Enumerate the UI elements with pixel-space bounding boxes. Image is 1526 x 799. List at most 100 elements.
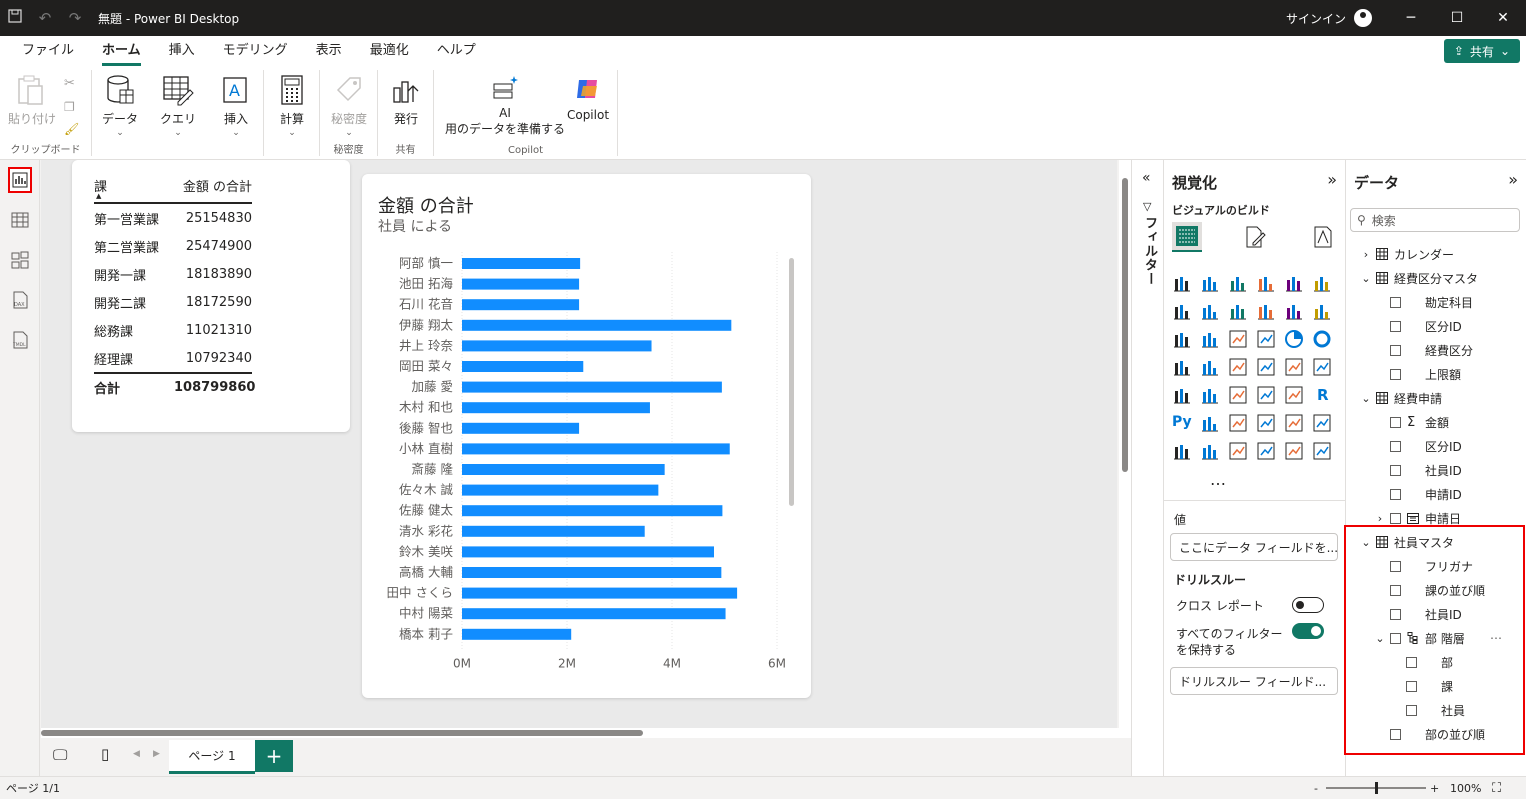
maximize-button[interactable]: ☐	[1434, 10, 1480, 26]
bar[interactable]	[462, 402, 650, 414]
zoom-in-button[interactable]: +	[1430, 782, 1439, 795]
field-checkbox[interactable]	[1390, 416, 1401, 428]
paste-button[interactable]: 貼り付け	[8, 74, 56, 127]
signin-link[interactable]: サインイン	[1286, 10, 1346, 27]
canvas-horizontal-scrollbar[interactable]	[41, 728, 1131, 738]
pie-visual-icon[interactable]	[1284, 329, 1306, 351]
bar[interactable]	[462, 381, 722, 393]
scroll-thumb[interactable]	[41, 730, 643, 736]
tree-field-item[interactable]: 勘定科目	[1390, 290, 1473, 314]
mobile-layout-icon[interactable]: ▯	[101, 745, 109, 763]
bar[interactable]	[462, 319, 732, 331]
close-button[interactable]: ✕	[1480, 10, 1526, 26]
python-visual-icon[interactable]: Py	[1172, 413, 1194, 435]
collapse-right-icon[interactable]: »	[1508, 170, 1518, 189]
tree-field-item[interactable]: Σ 金額	[1390, 410, 1449, 434]
add-page-button[interactable]: +	[255, 740, 293, 772]
bar-chart-visual[interactable]: 金額 の合計 社員 による 0M 2M 4M 6M 阿部 慎一 池田 拓海 石川 花音 伊藤 …	[362, 174, 811, 698]
metrics-visual-icon[interactable]	[1228, 441, 1250, 463]
donut-visual-icon[interactable]	[1312, 329, 1334, 351]
publish-button[interactable]: 発行	[386, 74, 426, 127]
analytics-tab[interactable]	[1308, 222, 1338, 252]
field-checkbox[interactable]	[1390, 296, 1401, 308]
clustered-column-visual-icon[interactable]	[1256, 273, 1278, 295]
stacked-bar-visual-icon[interactable]	[1172, 273, 1194, 295]
header-section[interactable]: 課	[94, 176, 174, 195]
line-stacked-column-visual-icon[interactable]	[1172, 329, 1194, 351]
waterfall-visual-icon[interactable]	[1284, 301, 1306, 323]
tree-field-item[interactable]: 申請ID	[1390, 482, 1462, 506]
stacked-area-visual-icon[interactable]	[1228, 301, 1250, 323]
bar[interactable]	[462, 258, 581, 269]
stacked-column-visual-icon[interactable]	[1200, 273, 1222, 295]
menu-view[interactable]: 表示	[302, 39, 356, 66]
minimize-button[interactable]: ─	[1388, 10, 1434, 26]
map-visual-icon[interactable]	[1200, 357, 1222, 379]
field-checkbox[interactable]	[1390, 512, 1401, 524]
canvas-vertical-scrollbar[interactable]	[1119, 160, 1131, 728]
field-checkbox[interactable]	[1390, 488, 1401, 500]
field-checkbox[interactable]	[1390, 320, 1401, 332]
model-view-button[interactable]	[8, 247, 32, 273]
table-visual-icon[interactable]	[1256, 385, 1278, 407]
table-view-button[interactable]	[8, 207, 32, 233]
bar[interactable]	[462, 608, 726, 620]
values-drop-zone[interactable]: ここにデータ フィールドを...	[1170, 533, 1338, 561]
save-icon[interactable]	[0, 9, 30, 27]
zoom-slider-thumb[interactable]	[1375, 782, 1378, 794]
bar[interactable]	[462, 525, 645, 537]
copilot-button[interactable]: Copilot	[564, 74, 612, 122]
chevron-down-icon[interactable]: ⌄	[1360, 392, 1372, 405]
shape-map-visual-icon[interactable]	[1256, 357, 1278, 379]
chevron-right-icon[interactable]: ›	[1360, 248, 1372, 261]
collapse-right-icon[interactable]: »	[1327, 170, 1337, 189]
area-visual-icon[interactable]	[1200, 301, 1222, 323]
search-box[interactable]: ⚲ 検索	[1350, 208, 1520, 232]
tree-field-item[interactable]: 上限額	[1390, 362, 1461, 386]
keep-filters-toggle[interactable]	[1292, 623, 1324, 639]
bar[interactable]	[462, 299, 580, 311]
field-checkbox[interactable]	[1390, 368, 1401, 380]
expand-left-icon[interactable]: «	[1142, 170, 1151, 186]
next-page-icon[interactable]: ▶	[153, 749, 160, 759]
shape-visual-icon[interactable]	[1312, 441, 1334, 463]
paginated-visual-icon[interactable]	[1312, 413, 1334, 435]
tmdl-view-button[interactable]: TMDL	[8, 327, 32, 353]
share-button[interactable]: ⇪ 共有 ⌄	[1443, 39, 1520, 63]
undo-icon[interactable]: ↶	[30, 9, 60, 27]
waterfall-2-visual-icon[interactable]	[1200, 329, 1222, 351]
data-button[interactable]: データ ⌄	[100, 74, 140, 138]
bar[interactable]	[462, 505, 723, 517]
fit-to-page-icon[interactable]: ⛶	[1492, 781, 1501, 796]
line-column-visual-icon[interactable]	[1312, 301, 1334, 323]
report-view-button[interactable]	[8, 167, 32, 193]
line-visual-icon[interactable]	[1172, 301, 1194, 323]
image-visual-icon[interactable]	[1256, 441, 1278, 463]
treemap-visual-icon[interactable]	[1172, 357, 1194, 379]
zoom-out-button[interactable]: -	[1314, 782, 1318, 795]
dax-view-button[interactable]: DAX	[8, 287, 32, 313]
bar[interactable]	[462, 278, 580, 290]
ribbon-visual-icon[interactable]	[1256, 301, 1278, 323]
menu-file[interactable]: ファイル	[8, 39, 88, 66]
field-checkbox[interactable]	[1390, 464, 1401, 476]
field-checkbox[interactable]	[1390, 344, 1401, 356]
header-amount[interactable]: 金額 の合計	[174, 176, 252, 195]
prev-page-icon[interactable]: ◀	[133, 749, 140, 759]
card-visual-icon[interactable]	[1172, 385, 1194, 407]
format-visual-tab[interactable]	[1240, 222, 1270, 252]
bar[interactable]	[462, 546, 714, 558]
slicer-visual-icon[interactable]	[1228, 385, 1250, 407]
filled-map-visual-icon[interactable]	[1228, 357, 1250, 379]
tree-table-item[interactable]: › カレンダー	[1360, 242, 1454, 266]
table-visual[interactable]: 課 金額 の合計 ▲ 第一営業課 25154830 第二営業課 25474900 開…	[72, 160, 350, 432]
chevron-right-icon[interactable]: ›	[1374, 512, 1386, 525]
smart-narrative-visual-icon[interactable]	[1284, 413, 1306, 435]
menu-optimize[interactable]: 最適化	[356, 39, 423, 66]
funnel-visual-icon[interactable]	[1228, 329, 1250, 351]
menu-home[interactable]: ホーム	[88, 39, 155, 66]
r-visual-visual-icon[interactable]: R	[1312, 385, 1334, 407]
redo-icon[interactable]: ↷	[60, 9, 90, 27]
build-visual-tab[interactable]	[1172, 222, 1202, 252]
chevron-down-icon[interactable]: ⌄	[1360, 272, 1372, 285]
